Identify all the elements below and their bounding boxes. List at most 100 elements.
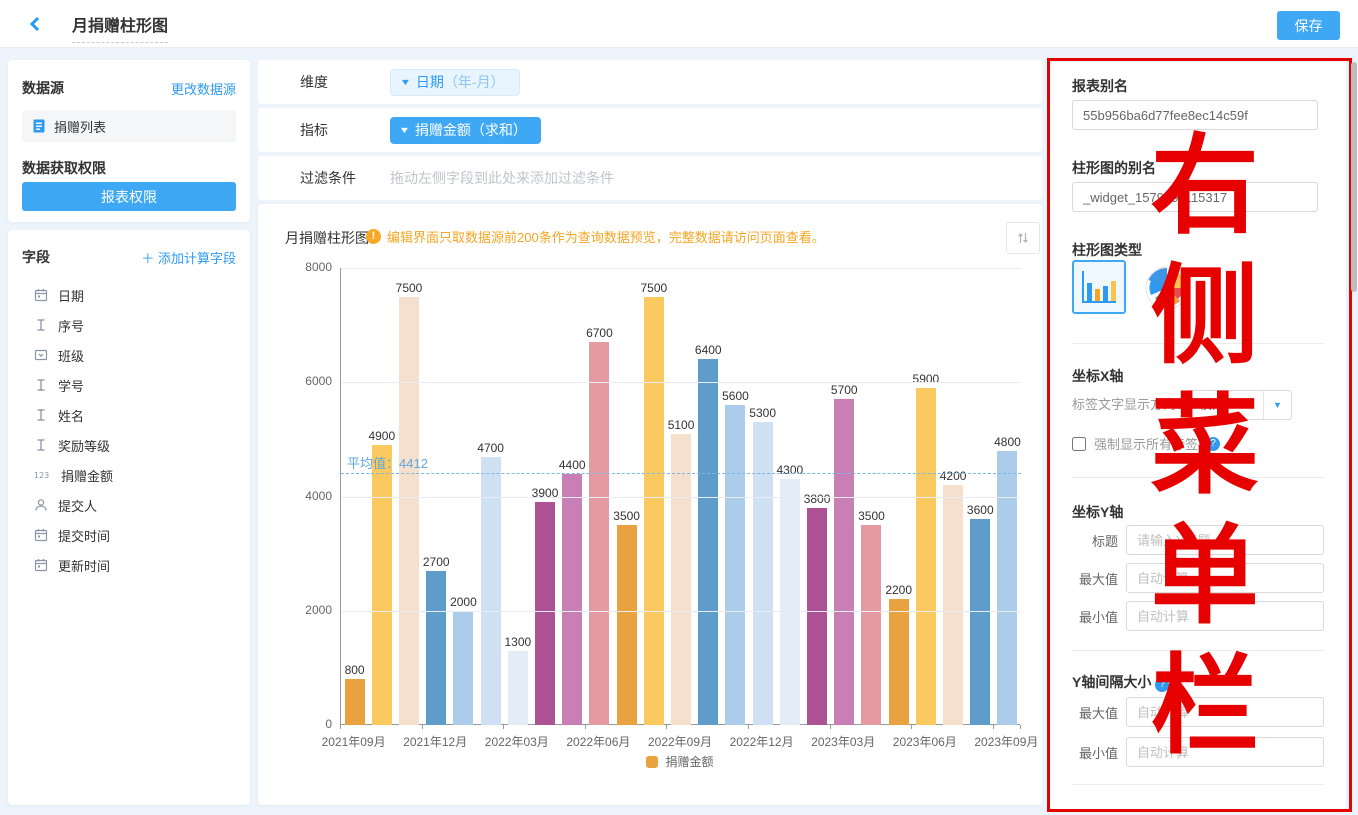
field-item[interactable]: 班级 [22,340,236,370]
y-max-row: 最大值 [1076,563,1324,593]
gridline [341,382,1021,383]
bar[interactable] [453,611,473,725]
change-datasource-link[interactable]: 更改数据源 [171,79,236,98]
divider [1072,343,1324,344]
bar[interactable] [997,451,1017,725]
filter-row[interactable]: 过滤条件 拖动左侧字段到此处来添加过滤条件 [258,156,1042,200]
bar-value-label: 5900 [913,372,940,386]
field-item[interactable]: 序号 [22,310,236,340]
bar[interactable] [698,359,718,725]
bar[interactable] [671,434,691,725]
label-direction-label: 标签文字显示方向： [1072,397,1189,412]
x-axis-tick [585,725,586,729]
rose-chart-type-icon[interactable] [1144,265,1190,311]
fields-section-title: 字段 [22,247,50,267]
bar-value-label: 6400 [695,343,722,357]
field-item[interactable]: 日期 [22,280,236,310]
bar[interactable] [834,399,854,725]
page-title[interactable]: 月捐赠柱形图 [72,12,168,43]
bar[interactable] [426,571,446,725]
metric-chip[interactable]: ▼捐赠金额（求和） [390,117,541,144]
help-icon[interactable]: ? [1155,678,1169,692]
field-label: 序号 [58,316,84,335]
bar-chart-plot: 8004900750027002000470013003900440067003… [340,268,1020,725]
field-item[interactable]: 123捐赠金额 [22,460,236,490]
gridline [341,497,1021,498]
widget-alias-input[interactable] [1072,182,1318,212]
bar[interactable] [970,519,990,725]
field-label: 提交人 [58,496,97,515]
x-axis-tick [666,725,667,729]
chevron-down-icon: ▼ [1263,391,1291,419]
settings-panel: 报表别名 柱形图的别名 柱形图类型 坐标X轴 [1050,62,1346,810]
chevron-down-icon: ▼ [400,77,412,87]
bar[interactable] [562,474,582,725]
permission-section-title: 数据获取权限 [22,158,106,178]
bar[interactable] [535,502,555,725]
bar-value-label: 800 [345,663,365,677]
report-alias-input[interactable] [1072,100,1318,130]
y-axis-tick-label: 2000 [284,603,332,617]
scrollbar-thumb[interactable] [1351,62,1357,292]
metric-label: 指标 [300,120,390,140]
bar[interactable] [943,485,963,725]
field-item[interactable]: 提交时间 [22,520,236,550]
bar[interactable] [372,445,392,725]
number-icon: 123 [34,468,51,482]
save-button[interactable]: 保存 [1277,11,1340,40]
interval-min-label: 最小值 [1076,743,1118,762]
text-icon [34,438,48,452]
report-permission-button[interactable]: 报表权限 [22,182,236,211]
y-axis-tick-label: 0 [284,717,332,731]
interval-max-input[interactable] [1126,697,1324,727]
y-max-input[interactable] [1126,563,1324,593]
add-calc-field-link[interactable]: ＋ 添加计算字段 [141,248,236,267]
interval-min-input[interactable] [1126,737,1324,767]
divider [1072,650,1324,651]
bar[interactable] [916,388,936,725]
bar-value-label: 3500 [858,509,885,523]
bar[interactable] [889,599,909,725]
datasource-item[interactable]: 捐赠列表 [22,110,236,142]
interval-max-label: 最大值 [1076,703,1118,722]
x-axis-tick [340,725,341,729]
field-item[interactable]: 更新时间 [22,550,236,580]
chart-legend[interactable]: 捐赠金额 [340,753,1020,770]
datasource-name: 捐赠列表 [54,117,106,136]
bar[interactable] [753,422,773,725]
legend-label: 捐赠金额 [665,753,713,770]
bar[interactable] [399,297,419,725]
y-min-label: 最小值 [1076,607,1118,626]
field-item[interactable]: 提交人 [22,490,236,520]
y-title-input[interactable] [1126,525,1324,555]
help-icon[interactable]: ? [1206,437,1220,451]
field-item[interactable]: 姓名 [22,400,236,430]
bar-value-label: 2000 [450,595,477,609]
bar[interactable] [589,342,609,725]
force-labels-checkbox[interactable] [1072,437,1086,451]
bar[interactable] [345,679,365,725]
x-axis-tick [1020,725,1021,729]
field-item[interactable]: 学号 [22,370,236,400]
x-axis-tick-label: 2022年12月 [720,733,804,750]
y-title-label: 标题 [1076,531,1118,550]
bar[interactable] [644,297,664,725]
dimension-chip[interactable]: ▼日期（年-月） [390,69,520,96]
field-label: 学号 [58,376,84,395]
bar[interactable] [508,651,528,725]
calendar-icon [34,288,48,302]
chart-type-title: 柱形图类型 [1072,240,1142,260]
label-direction-select[interactable]: 横向 ▼ [1186,390,1292,420]
field-item[interactable]: 奖励等级 [22,430,236,460]
bar-chart-type-icon[interactable] [1072,260,1126,314]
bar[interactable] [807,508,827,725]
bar[interactable] [617,525,637,725]
app-window: 月捐赠柱形图 保存 数据源 更改数据源 捐赠列表 数据获取权限 报表权限 字段 … [0,0,1358,815]
bar[interactable] [861,525,881,725]
bar[interactable] [780,479,800,725]
y-min-input[interactable] [1126,601,1324,631]
sort-button[interactable] [1006,222,1040,254]
bar[interactable] [725,405,745,725]
back-button[interactable] [28,17,44,33]
label-direction-row: 标签文字显示方向： 横向 ▼ [1072,390,1324,420]
